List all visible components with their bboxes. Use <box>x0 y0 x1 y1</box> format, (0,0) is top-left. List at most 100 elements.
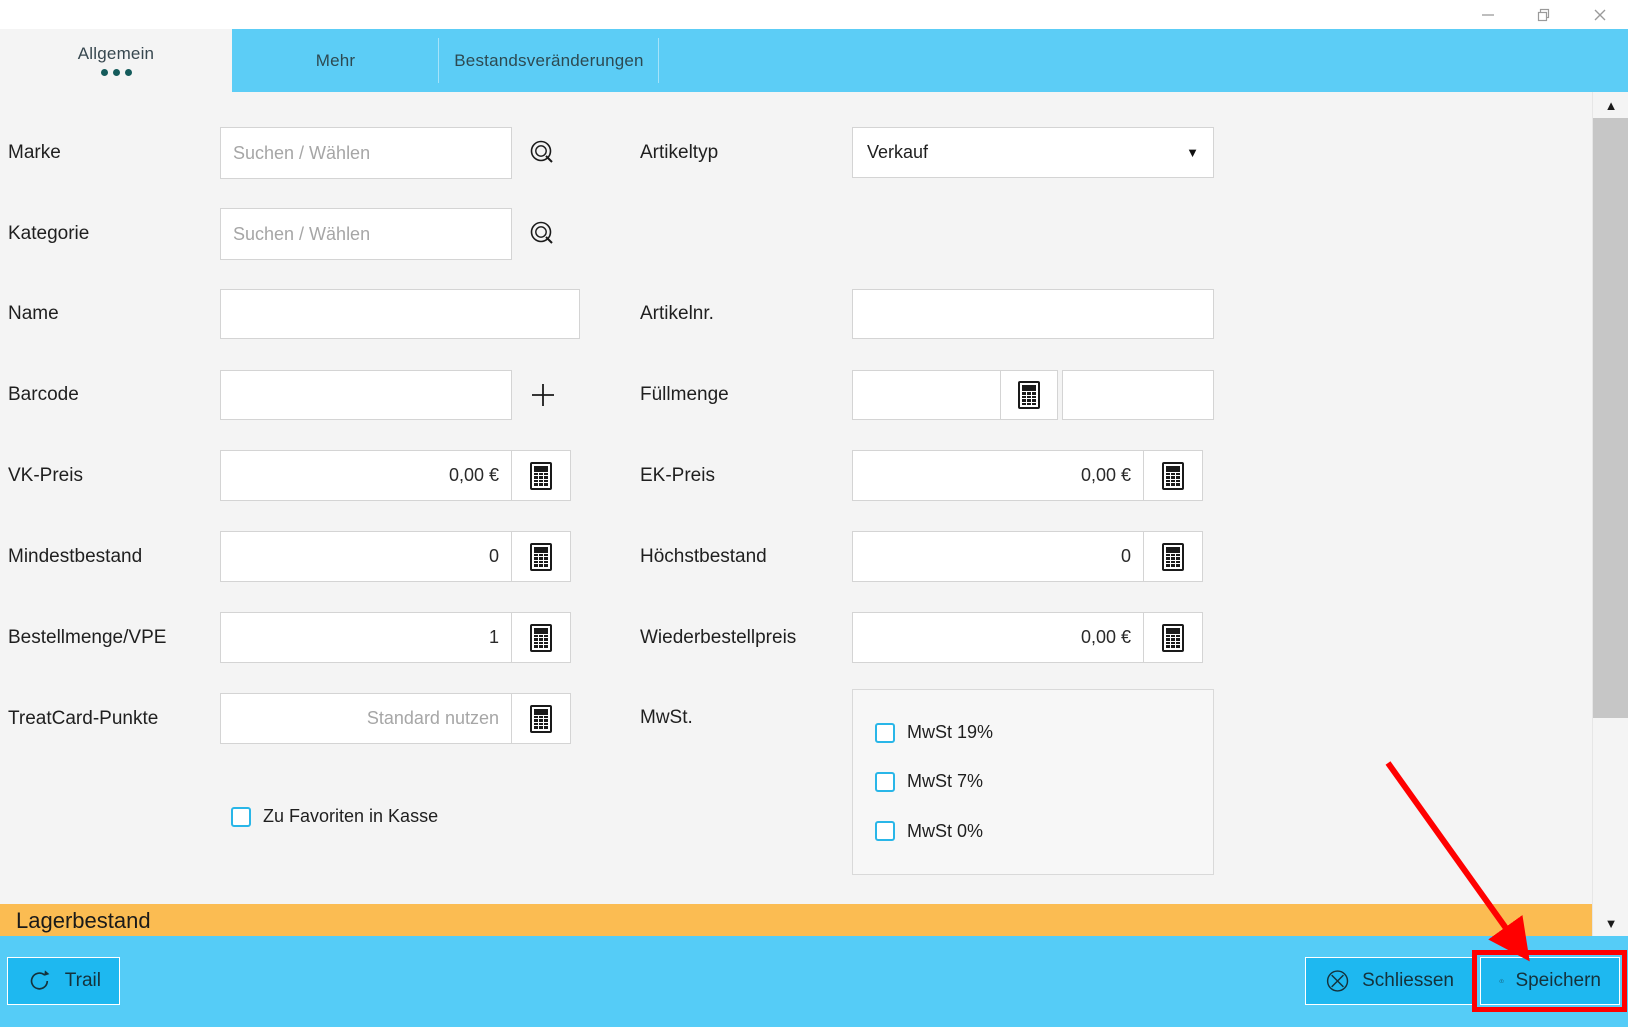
vertical-scrollbar[interactable]: ▲ ▼ <box>1592 92 1628 936</box>
label-mindestbestand: Mindestbestand <box>8 545 143 567</box>
label-zu-favoriten: Zu Favoriten in Kasse <box>263 806 439 826</box>
scrollbar-track[interactable] <box>1593 118 1628 910</box>
input-kategorie-placeholder: Suchen / Wählen <box>233 223 371 244</box>
calculator-icon-vk-preis[interactable] <box>511 450 571 501</box>
label-hoechstbestand: Höchstbestand <box>640 545 767 567</box>
input-marke[interactable]: Suchen / Wählen <box>220 127 512 179</box>
input-artikelnr[interactable] <box>852 289 1214 339</box>
field-row-kategorie: Kategorie Suchen / Wählen <box>8 208 574 260</box>
checkbox-mwst-7[interactable] <box>875 771 895 792</box>
save-button[interactable]: Speichern <box>1480 957 1620 1005</box>
field-row-ek-preis: EK-Preis 0,00 € <box>640 450 1203 501</box>
scroll-down-icon[interactable]: ▼ <box>1593 910 1628 936</box>
label-kategorie: Kategorie <box>8 223 90 244</box>
trail-button[interactable]: Trail <box>7 957 120 1005</box>
tab-bar: Allgemein Mehr Bestandsveränderungen <box>0 29 1628 92</box>
tab-mehr-label: Mehr <box>315 51 356 70</box>
label-marke: Marke <box>8 142 61 163</box>
input-fuellmenge[interactable] <box>852 370 1001 420</box>
scrollbar-thumb[interactable] <box>1593 118 1628 718</box>
restore-icon[interactable] <box>1516 0 1572 29</box>
input-hoechstbestand-value: 0 <box>1120 546 1131 566</box>
favorites-checkbox-row[interactable]: Zu Favoriten in Kasse <box>231 806 438 827</box>
form-content: Marke Suchen / Wählen Kategorie Suchen /… <box>0 92 1592 904</box>
input-kategorie[interactable]: Suchen / Wählen <box>220 208 512 260</box>
field-row-mindestbestand: Mindestbestand 0 <box>8 531 571 582</box>
input-bestellmenge-value: 1 <box>488 627 499 647</box>
lagerbestand-banner-label: Lagerbestand <box>16 908 151 933</box>
checkbox-mwst-0[interactable] <box>875 821 895 842</box>
lagerbestand-banner[interactable]: Lagerbestand <box>0 904 1592 936</box>
input-hoechstbestand[interactable]: 0 <box>852 531 1144 582</box>
tab-allgemein[interactable]: Allgemein <box>0 29 232 92</box>
field-row-artikeltyp: Artikeltyp Verkauf ▼ <box>640 127 1214 178</box>
refresh-icon <box>30 970 50 990</box>
checkbox-mwst-19[interactable] <box>875 722 895 743</box>
tab-active-dots <box>100 69 132 76</box>
field-row-hoechstbestand: Höchstbestand 0 <box>640 531 1203 582</box>
close-circle-icon <box>1326 970 1349 992</box>
checkbox-zu-favoriten[interactable] <box>231 806 251 827</box>
label-mwst-0: MwSt 0% <box>907 820 984 841</box>
field-row-barcode: Barcode <box>8 370 574 420</box>
calculator-icon-hoechstbestand[interactable] <box>1143 531 1203 582</box>
application-window: Allgemein Mehr Bestandsveränderungen Mar… <box>0 0 1628 1027</box>
field-row-wiederbestellpreis: Wiederbestellpreis 0,00 € <box>640 612 1203 663</box>
select-artikeltyp[interactable]: Verkauf ▼ <box>852 127 1214 178</box>
field-row-vk-preis: VK-Preis 0,00 € <box>8 450 571 501</box>
cloud-upload-icon <box>1499 979 1505 983</box>
plus-icon[interactable] <box>512 370 574 420</box>
scroll-up-icon[interactable]: ▲ <box>1593 92 1628 118</box>
input-treatcard-punkte[interactable]: Standard nutzen <box>220 693 512 744</box>
search-icon[interactable] <box>512 127 574 179</box>
search-icon[interactable] <box>512 208 574 260</box>
calculator-icon-ek-preis[interactable] <box>1143 450 1203 501</box>
input-ek-preis[interactable]: 0,00 € <box>852 450 1144 501</box>
label-barcode: Barcode <box>8 384 79 405</box>
minimize-icon[interactable] <box>1460 0 1516 29</box>
save-button-label: Speichern <box>1515 970 1601 991</box>
close-dialog-button-label: Schliessen <box>1362 970 1454 991</box>
tab-allgemein-label: Allgemein <box>77 44 155 63</box>
tab-bestandsveraenderungen-label: Bestandsveränderungen <box>454 51 644 70</box>
mwst-option-row[interactable]: MwSt 19% <box>875 722 1191 743</box>
label-artikelnr: Artikelnr. <box>640 303 714 324</box>
input-mindestbestand[interactable]: 0 <box>220 531 512 582</box>
input-wiederbestellpreis-value: 0,00 € <box>1080 627 1131 647</box>
input-marke-placeholder: Suchen / Wählen <box>233 142 371 163</box>
calculator-icon-treatcard[interactable] <box>511 693 571 744</box>
mwst-option-row[interactable]: MwSt 7% <box>875 771 1191 792</box>
field-row-marke: Marke Suchen / Wählen <box>8 127 574 179</box>
label-artikeltyp: Artikeltyp <box>640 141 719 163</box>
calculator-icon-mindestbestand[interactable] <box>511 531 571 582</box>
mwst-option-row[interactable]: MwSt 0% <box>875 821 1191 842</box>
input-wiederbestellpreis[interactable]: 0,00 € <box>852 612 1144 663</box>
tab-bestandsveraenderungen[interactable]: Bestandsveränderungen <box>439 29 659 92</box>
input-ek-preis-value: 0,00 € <box>1080 465 1131 485</box>
field-row-artikelnr: Artikelnr. <box>640 289 1214 339</box>
input-bestellmenge[interactable]: 1 <box>220 612 512 663</box>
field-row-bestellmenge: Bestellmenge/VPE 1 <box>8 612 571 663</box>
input-vk-preis[interactable]: 0,00 € <box>220 450 512 501</box>
input-fuellmenge-unit[interactable] <box>1062 370 1214 420</box>
calculator-icon-wiederbestellpreis[interactable] <box>1143 612 1203 663</box>
label-wiederbestellpreis: Wiederbestellpreis <box>640 626 797 648</box>
input-mindestbestand-value: 0 <box>488 546 499 566</box>
label-mwst-7: MwSt 7% <box>907 771 984 792</box>
tab-mehr[interactable]: Mehr <box>232 29 439 92</box>
calculator-icon-fuellmenge[interactable] <box>1000 370 1058 420</box>
label-bestellmenge: Bestellmenge/VPE <box>8 626 167 648</box>
label-name: Name <box>8 303 59 324</box>
close-dialog-button[interactable]: Schliessen <box>1305 957 1473 1005</box>
label-fuellmenge: Füllmenge <box>640 384 729 405</box>
select-artikeltyp-value: Verkauf <box>867 142 929 162</box>
trail-button-label: Trail <box>64 970 101 991</box>
input-barcode[interactable] <box>220 370 512 420</box>
bottom-toolbar: Trail Schliessen Speichern <box>0 936 1628 1027</box>
close-icon[interactable] <box>1572 0 1628 29</box>
label-treatcard-punkte: TreatCard-Punkte <box>8 707 159 729</box>
input-name[interactable] <box>220 289 580 339</box>
tab-separator <box>658 38 659 83</box>
calculator-icon-bestellmenge[interactable] <box>511 612 571 663</box>
chevron-down-icon: ▼ <box>1186 145 1199 160</box>
